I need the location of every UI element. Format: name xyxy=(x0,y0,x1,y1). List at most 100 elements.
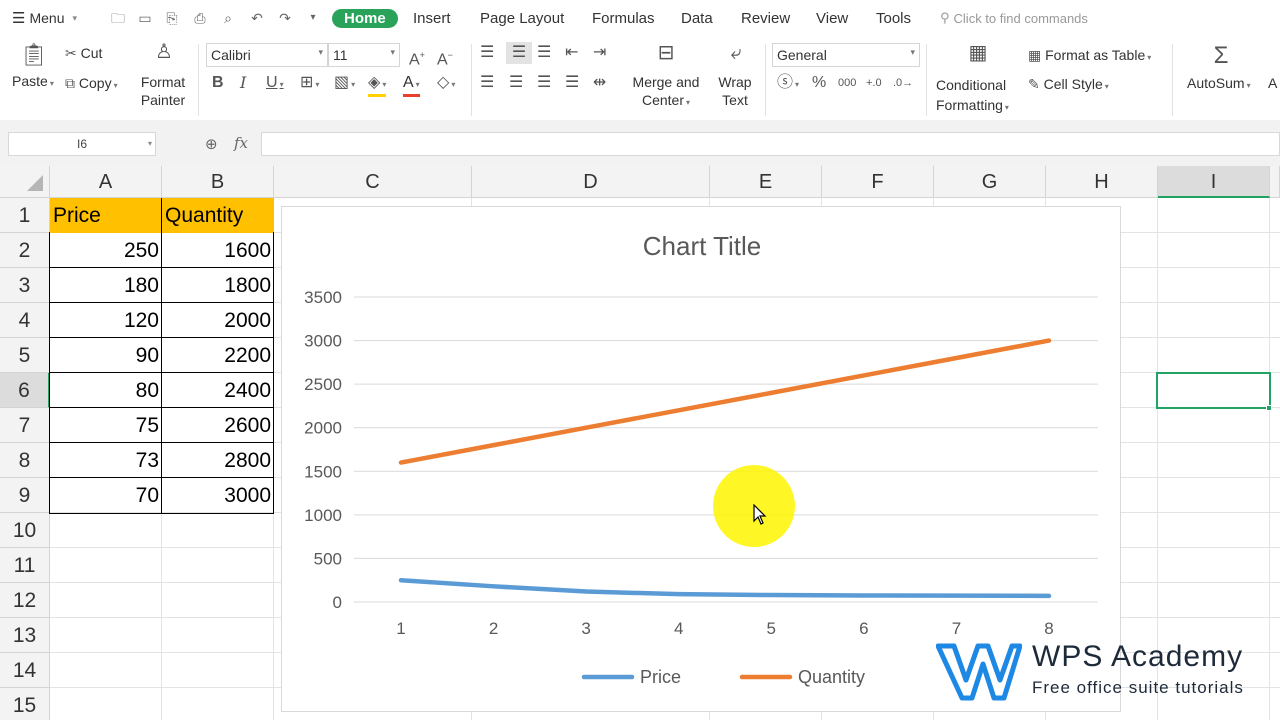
row-header-6[interactable]: 6 xyxy=(0,373,50,408)
cut-button[interactable]: ✂ Cut xyxy=(65,45,102,62)
percent-icon[interactable]: % xyxy=(812,74,826,92)
print-icon[interactable]: ⎙ xyxy=(192,10,208,26)
format-as-table-button[interactable]: ▦ Format as Table ▾ xyxy=(1028,47,1151,64)
undo-icon[interactable]: ↶ xyxy=(249,10,265,26)
align-bottom-icon[interactable]: ☰ xyxy=(537,44,551,62)
increase-font-icon[interactable]: A+ xyxy=(409,46,425,69)
name-box[interactable]: I6 ▾ xyxy=(8,132,156,156)
decrease-font-icon[interactable]: A− xyxy=(437,46,453,69)
fill-color-icon[interactable]: ◈ ▾ xyxy=(368,74,387,97)
paste-button[interactable]: Paste ▾ xyxy=(12,73,54,89)
select-all-corner[interactable] xyxy=(0,166,50,198)
merge-and-center-button[interactable]: Merge and Center ▾ xyxy=(624,73,708,112)
tab-page-layout[interactable]: Page Layout xyxy=(480,10,564,27)
align-left-icon[interactable]: ☰ xyxy=(480,74,494,92)
column-header-a[interactable]: A xyxy=(50,166,162,198)
tab-home[interactable]: Home xyxy=(332,9,398,28)
align-right-icon[interactable]: ☰ xyxy=(537,74,551,92)
row-header-1[interactable]: 1 xyxy=(0,198,50,233)
font-color-icon[interactable]: A ▾ xyxy=(403,74,420,97)
cell-style-button[interactable]: ✎ Cell Style ▾ xyxy=(1028,76,1109,93)
redo-icon[interactable]: ↷ xyxy=(277,10,293,26)
sigma-icon[interactable]: Σ xyxy=(1208,42,1234,70)
format-painter-button[interactable]: Format Painter xyxy=(139,73,187,109)
column-header-i[interactable]: I xyxy=(1158,166,1270,198)
next-ribbon-group-label[interactable]: A xyxy=(1268,75,1277,91)
justify-icon[interactable]: ☰ xyxy=(565,74,579,92)
cell-fill-pattern-icon[interactable]: ▧ ▾ xyxy=(334,74,355,94)
increase-decimal-icon[interactable]: +.0 xyxy=(866,74,882,92)
distribute-icon[interactable]: ⇹ xyxy=(593,74,606,92)
customize-toolbar-icon[interactable]: ▾ xyxy=(305,10,321,26)
export-icon[interactable]: ⎘ xyxy=(164,10,180,26)
open-folder-icon[interactable]: 🗀 xyxy=(110,10,126,26)
row-header-11[interactable]: 11 xyxy=(0,548,50,583)
save-icon[interactable]: ▭ xyxy=(137,10,153,26)
autosum-button[interactable]: AutoSum ▾ xyxy=(1187,75,1251,91)
borders-icon[interactable]: ⊞ ▾ xyxy=(300,74,319,94)
italic-icon[interactable]: I xyxy=(240,74,246,92)
conditional-formatting-icon[interactable]: ▦ xyxy=(966,43,990,63)
cell-b1[interactable]: Quantity xyxy=(162,198,274,233)
font-size-select[interactable]: 11 ▾ xyxy=(328,43,400,67)
tab-data[interactable]: Data xyxy=(681,10,713,27)
cell-a1[interactable]: Price xyxy=(50,198,162,233)
font-name-select[interactable]: Calibri ▾ xyxy=(206,43,328,67)
row-header-15[interactable]: 15 xyxy=(0,688,50,720)
align-center-icon[interactable]: ☰ xyxy=(509,74,523,92)
copy-button[interactable]: ⧉ Copy ▾ xyxy=(65,75,118,92)
currency-icon[interactable]: ⓢ ▾ xyxy=(777,74,799,94)
print-preview-icon[interactable]: ⌕ xyxy=(220,10,236,26)
zoom-icon[interactable]: ⊕ xyxy=(205,135,218,153)
column-header-c[interactable]: C xyxy=(274,166,472,198)
number-format-select[interactable]: General ▾ xyxy=(772,43,920,67)
table-border xyxy=(49,477,274,478)
tab-formulas[interactable]: Formulas xyxy=(592,10,655,27)
row-header-13[interactable]: 13 xyxy=(0,618,50,653)
align-top-icon[interactable]: ☰ xyxy=(480,44,494,62)
line-chart[interactable]: Chart Title 0 500 1000 1500 2000 2500 3000 3500 1… xyxy=(281,206,1121,712)
row-header-14[interactable]: 14 xyxy=(0,653,50,688)
thousands-separator-icon[interactable]: 000 xyxy=(838,74,856,92)
tab-insert[interactable]: Insert xyxy=(413,10,451,27)
column-header-e[interactable]: E xyxy=(710,166,822,198)
y-tick-label: 1500 xyxy=(304,462,342,481)
merge-cells-icon[interactable]: ⊟ xyxy=(652,43,680,63)
decrease-decimal-icon[interactable]: .0→ xyxy=(893,74,913,92)
tab-tools[interactable]: Tools xyxy=(876,10,911,27)
row-header-2[interactable]: 2 xyxy=(0,233,50,268)
fill-handle[interactable] xyxy=(1266,405,1272,411)
row-header-10[interactable]: 10 xyxy=(0,513,50,548)
align-middle-icon[interactable]: ☰ xyxy=(506,42,532,64)
format-painter-icon[interactable]: ♙ xyxy=(153,42,175,67)
insert-function-icon[interactable]: fx xyxy=(234,134,248,152)
column-header-j[interactable] xyxy=(1270,166,1280,198)
tab-view[interactable]: View xyxy=(816,10,848,27)
row-header-3[interactable]: 3 xyxy=(0,268,50,303)
increase-indent-icon[interactable]: ⇥ xyxy=(593,44,606,62)
column-header-h[interactable]: H xyxy=(1046,166,1158,198)
paste-icon[interactable]: 📋︎ xyxy=(20,42,48,68)
underline-icon[interactable]: U ▾ xyxy=(266,74,284,94)
column-header-d[interactable]: D xyxy=(472,166,710,198)
decrease-indent-icon[interactable]: ⇤ xyxy=(565,44,578,62)
column-header-b[interactable]: B xyxy=(162,166,274,198)
wrap-text-button[interactable]: Wrap Text xyxy=(712,73,758,109)
conditional-formatting-button[interactable]: Conditional Formatting ▾ xyxy=(936,75,1009,118)
active-cell-i6[interactable] xyxy=(1156,372,1271,409)
tab-review[interactable]: Review xyxy=(741,10,790,27)
formula-input[interactable] xyxy=(261,132,1280,156)
command-search[interactable]: ⚲ Click to find commands xyxy=(940,10,1088,26)
column-header-g[interactable]: G xyxy=(934,166,1046,198)
main-menu-button[interactable]: ☰ Menu ▾ xyxy=(12,9,77,27)
row-header-4[interactable]: 4 xyxy=(0,303,50,338)
column-header-f[interactable]: F xyxy=(822,166,934,198)
row-header-8[interactable]: 8 xyxy=(0,443,50,478)
row-header-5[interactable]: 5 xyxy=(0,338,50,373)
bold-icon[interactable]: B xyxy=(212,74,224,92)
wrap-text-icon[interactable]: ⤶ xyxy=(722,43,750,63)
row-header-7[interactable]: 7 xyxy=(0,408,50,443)
eraser-icon[interactable]: ◇ ▾ xyxy=(437,74,455,94)
row-header-9[interactable]: 9 xyxy=(0,478,50,513)
row-header-12[interactable]: 12 xyxy=(0,583,50,618)
